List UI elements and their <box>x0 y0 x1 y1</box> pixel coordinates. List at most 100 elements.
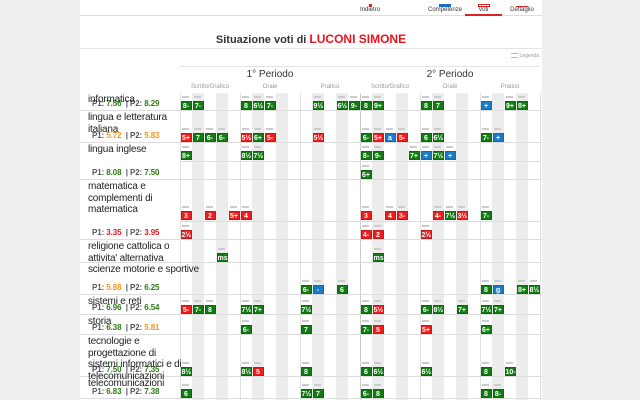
grade-badge[interactable]: 6+ <box>360 170 372 179</box>
grade-badge[interactable]: - <box>312 285 324 294</box>
grade-badge[interactable]: 7- <box>192 305 204 314</box>
grade-badge[interactable]: 6+ <box>480 325 492 334</box>
grade-badge[interactable]: 9- <box>348 101 360 110</box>
grade-badge[interactable]: 7½ <box>252 151 264 160</box>
legenda-button[interactable]: Legenda <box>510 53 539 59</box>
grade-badge[interactable]: 6- <box>360 133 372 142</box>
grade-badge[interactable]: 5½ <box>240 133 252 142</box>
grade-badge[interactable]: 6½ <box>432 133 444 142</box>
grade-badge[interactable]: 2½ <box>420 230 432 239</box>
grade-badge[interactable]: 7+ <box>456 305 468 314</box>
grade-badge[interactable]: 7- <box>480 211 492 220</box>
grade-badge[interactable]: 4- <box>432 211 444 220</box>
grade-badge[interactable]: 8 <box>372 389 384 398</box>
grade-badge[interactable]: 8 <box>240 101 252 110</box>
grade-badge[interactable]: 8+ <box>516 285 528 294</box>
nav-dettaglio[interactable]: Dettaglio <box>502 4 542 13</box>
grade-badge[interactable]: 3- <box>396 211 408 220</box>
grade-badge[interactable]: 4 <box>384 211 396 220</box>
grade-badge[interactable]: 6 <box>420 133 432 142</box>
grade-badge[interactable]: 7+ <box>252 305 264 314</box>
grade-badge[interactable]: + <box>420 151 432 160</box>
grade-badge[interactable]: 6- <box>300 285 312 294</box>
grade-badge[interactable]: 8 <box>480 285 492 294</box>
grade-badge[interactable]: 6- <box>420 305 432 314</box>
grade-badge[interactable]: g <box>492 285 504 294</box>
nav-indietro[interactable]: Indietro <box>350 4 390 13</box>
grade-badge[interactable]: 7½ <box>300 389 312 398</box>
grade-badge[interactable]: 8 <box>480 367 492 376</box>
grade-badge[interactable]: 6 <box>180 389 192 398</box>
grade-badge[interactable]: 9+ <box>504 101 516 110</box>
grade-badge[interactable]: 6 <box>360 367 372 376</box>
grade-badge[interactable]: 3½ <box>456 211 468 220</box>
grade-badge[interactable]: 8 <box>300 367 312 376</box>
grade-badge[interactable]: 9+ <box>372 101 384 110</box>
grade-badge[interactable]: 2½ <box>180 230 192 239</box>
nav-voti[interactable]: Voti <box>465 4 502 16</box>
grade-badge[interactable]: 7 <box>312 389 324 398</box>
grade-badge[interactable]: 6- <box>216 133 228 142</box>
grade-badge[interactable]: 7 <box>192 133 204 142</box>
grade-badge[interactable]: 5+ <box>372 133 384 142</box>
grade-badge[interactable]: 6½ <box>372 367 384 376</box>
grade-badge[interactable]: 3 <box>180 211 192 220</box>
grade-badge[interactable]: 4 <box>240 211 252 220</box>
grade-badge[interactable]: 8½ <box>240 151 252 160</box>
grade-badge[interactable]: + <box>492 133 504 142</box>
grade-badge[interactable]: 7- <box>480 133 492 142</box>
grade-badge[interactable]: ms <box>216 253 228 262</box>
grade-badge[interactable]: + <box>444 151 456 160</box>
grade-badge[interactable]: 7 <box>432 101 444 110</box>
grade-badge[interactable]: 8 <box>420 101 432 110</box>
grade-badge[interactable]: 5+ <box>180 133 192 142</box>
grade-badge[interactable]: 8+ <box>180 151 192 160</box>
grade-badge[interactable]: 8- <box>360 151 372 160</box>
grade-badge[interactable]: 10- <box>504 367 516 376</box>
grade-badge[interactable]: 5- <box>180 305 192 314</box>
grade-badge[interactable]: 5+ <box>228 211 240 220</box>
grade-badge[interactable]: 2 <box>204 211 216 220</box>
grade-badge[interactable]: 4- <box>360 230 372 239</box>
nav-competenze[interactable]: Competenze <box>425 4 465 13</box>
grade-badge[interactable]: 7½ <box>480 305 492 314</box>
grade-badge[interactable]: 8- <box>180 101 192 110</box>
grade-badge[interactable]: 3 <box>360 211 372 220</box>
grade-badge[interactable]: 8½ <box>180 367 192 376</box>
grade-badge[interactable]: 6- <box>360 389 372 398</box>
grade-badge[interactable]: 6½ <box>336 101 348 110</box>
grade-badge[interactable]: 6½ <box>252 101 264 110</box>
grade-badge[interactable]: 8- <box>492 389 504 398</box>
grade-badge[interactable]: 7½ <box>240 305 252 314</box>
grade-badge[interactable]: 6½ <box>420 367 432 376</box>
grade-badge[interactable]: 6- <box>240 325 252 334</box>
grade-badge[interactable]: a <box>384 133 396 142</box>
grade-badge[interactable]: ms <box>372 253 384 262</box>
grade-badge[interactable]: 9- <box>372 151 384 160</box>
grade-badge[interactable]: 8 <box>360 305 372 314</box>
grade-badge[interactable]: 7+ <box>408 151 420 160</box>
grade-badge[interactable]: 7½ <box>432 151 444 160</box>
grade-badge[interactable]: 5+ <box>420 325 432 334</box>
grade-badge[interactable]: 7½ <box>444 211 456 220</box>
grade-badge[interactable]: 5 <box>252 367 264 376</box>
grade-badge[interactable]: 7+ <box>492 305 504 314</box>
grade-badge[interactable]: + <box>480 101 492 110</box>
grade-badge[interactable]: 8½ <box>432 305 444 314</box>
grade-badge[interactable]: 5- <box>264 133 276 142</box>
grade-badge[interactable]: 7½ <box>300 305 312 314</box>
grade-badge[interactable]: 7- <box>192 101 204 110</box>
grade-badge[interactable]: 5 <box>372 325 384 334</box>
grade-badge[interactable]: 7- <box>264 101 276 110</box>
grade-badge[interactable]: 6 <box>336 285 348 294</box>
grade-badge[interactable]: 5½ <box>312 133 324 142</box>
grade-badge[interactable]: 7 <box>300 325 312 334</box>
grade-badge[interactable]: 2 <box>372 230 384 239</box>
grade-badge[interactable]: 5- <box>396 133 408 142</box>
grade-badge[interactable]: 8½ <box>528 285 540 294</box>
grade-badge[interactable]: 6+ <box>252 133 264 142</box>
grade-badge[interactable]: 8 <box>480 389 492 398</box>
grade-badge[interactable]: 8 <box>204 305 216 314</box>
grade-badge[interactable]: 9½ <box>312 101 324 110</box>
grade-badge[interactable]: 8+ <box>516 101 528 110</box>
